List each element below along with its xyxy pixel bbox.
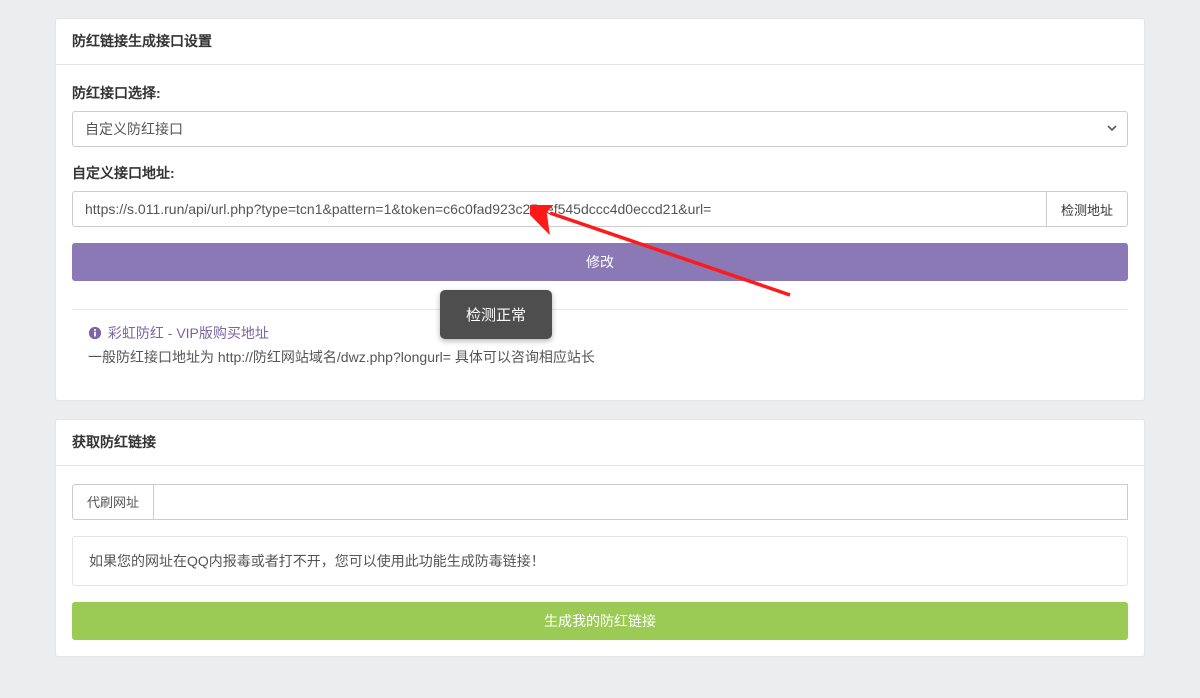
proxy-url-group: 代刷网址: [72, 484, 1128, 520]
generate-panel-body: 代刷网址 如果您的网址在QQ内报毒或者打不开，您可以使用此功能生成防毒链接！ 生…: [56, 465, 1144, 656]
status-toast: 检测正常: [440, 290, 552, 339]
generate-panel-title: 获取防红链接: [56, 420, 1144, 465]
vip-purchase-link[interactable]: 彩虹防红 - VIP版购买地址: [108, 325, 269, 341]
info-icon: [88, 324, 102, 338]
proxy-url-addon: 代刷网址: [72, 484, 153, 520]
interface-select-label: 防红接口选择:: [72, 83, 1128, 103]
generate-panel: 获取防红链接 代刷网址 如果您的网址在QQ内报毒或者打不开，您可以使用此功能生成…: [55, 419, 1145, 657]
proxy-url-input[interactable]: [153, 484, 1128, 520]
submit-button[interactable]: 修改: [72, 243, 1128, 281]
custom-url-label: 自定义接口地址:: [72, 163, 1128, 183]
settings-panel: 防红链接生成接口设置 防红接口选择: 自定义防红接口 自定义接口地址: 检测地址…: [55, 18, 1145, 401]
info-text: 一般防红接口地址为 http://防红网站域名/dwz.php?longurl=…: [88, 346, 1112, 370]
custom-url-input[interactable]: [72, 191, 1047, 227]
info-well: 彩虹防红 - VIP版购买地址 一般防红接口地址为 http://防红网站域名/…: [72, 309, 1128, 384]
usage-alert: 如果您的网址在QQ内报毒或者打不开，您可以使用此功能生成防毒链接！: [72, 536, 1128, 586]
detect-url-button[interactable]: 检测地址: [1047, 191, 1128, 227]
settings-panel-body: 防红接口选择: 自定义防红接口 自定义接口地址: 检测地址 修改 彩虹防红 - …: [56, 64, 1144, 400]
custom-url-group: 检测地址: [72, 191, 1128, 227]
settings-panel-title: 防红链接生成接口设置: [56, 19, 1144, 64]
interface-select[interactable]: 自定义防红接口: [72, 111, 1128, 147]
generate-button[interactable]: 生成我的防红链接: [72, 602, 1128, 640]
